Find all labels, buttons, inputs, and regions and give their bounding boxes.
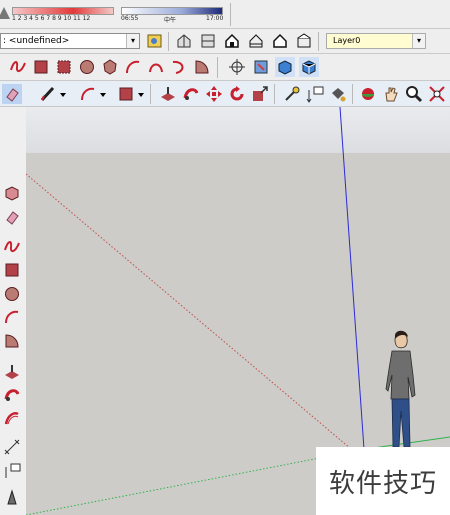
freehand-icon[interactable] — [8, 57, 28, 77]
rectangle-tool-icon[interactable] — [2, 260, 22, 280]
scale-figure — [385, 330, 416, 451]
push-pull-icon[interactable] — [158, 84, 178, 104]
eraser-icon[interactable] — [2, 84, 22, 104]
offset-tool-icon[interactable] — [2, 408, 22, 428]
scale-icon[interactable] — [250, 84, 270, 104]
arc-icon[interactable] — [123, 57, 143, 77]
time-end-label: 17:00 — [206, 15, 224, 22]
time-start-label: 06:55 — [121, 15, 139, 22]
polygon-icon[interactable] — [100, 57, 120, 77]
top-view-icon[interactable] — [198, 31, 218, 51]
style-label: : — [3, 36, 7, 46]
toolbar-divider — [274, 84, 275, 104]
position-camera-icon[interactable] — [227, 57, 247, 77]
left-view-icon[interactable] — [294, 31, 314, 51]
left-tool-palette — [0, 107, 27, 515]
pan-icon[interactable] — [381, 84, 401, 104]
rectangle-icon[interactable] — [31, 57, 51, 77]
back-view-icon[interactable] — [270, 31, 290, 51]
eraser-tool-icon[interactable] — [2, 207, 22, 227]
style-dropdown[interactable]: : <undefined> ▾ — [0, 33, 140, 49]
text-label-icon[interactable] — [305, 84, 325, 104]
chevron-down-icon[interactable]: ▾ — [126, 34, 139, 48]
layer-value: Layer0 — [333, 36, 361, 45]
rotate-icon[interactable] — [227, 84, 247, 104]
line-dropdown-arrow[interactable] — [58, 84, 68, 104]
pie-tool-icon[interactable] — [2, 331, 22, 351]
toolbar-divider — [217, 57, 218, 78]
dimension-tool-icon[interactable] — [2, 437, 22, 457]
toolbar-divider — [352, 84, 353, 104]
arc-tool-icon[interactable] — [78, 84, 98, 104]
toolbar-divider — [168, 32, 169, 51]
arc-left-tool-icon[interactable] — [2, 307, 22, 327]
circle-icon[interactable] — [77, 57, 97, 77]
three-point-arc-icon[interactable] — [169, 57, 189, 77]
zoom-icon[interactable] — [404, 84, 424, 104]
time-slider[interactable] — [121, 7, 223, 15]
drawing-camera-toolbar — [0, 54, 450, 81]
style-builder-icon[interactable] — [145, 31, 165, 51]
paint-bucket-icon[interactable] — [328, 84, 348, 104]
shapes-dropdown-arrow[interactable] — [136, 84, 146, 104]
rotated-rectangle-icon[interactable] — [54, 57, 74, 77]
walk-icon[interactable] — [251, 57, 271, 77]
style-value: <undefined> — [8, 36, 70, 46]
chevron-down-icon[interactable]: ▾ — [412, 34, 425, 48]
toolbar-divider — [150, 84, 151, 104]
text-tool-icon[interactable] — [2, 461, 22, 481]
make-component-icon[interactable] — [2, 183, 22, 203]
principal-tools-toolbar — [0, 81, 450, 107]
pie-icon[interactable] — [192, 57, 212, 77]
arc-dropdown-arrow[interactable] — [98, 84, 108, 104]
freehand-tool-icon[interactable] — [2, 237, 22, 257]
look-around-icon[interactable] — [275, 57, 295, 77]
line-icon[interactable] — [38, 84, 58, 104]
styles-views-layers-toolbar: : <undefined> ▾ Layer0 ▾ — [0, 29, 450, 54]
iso-view-icon[interactable] — [174, 31, 194, 51]
month-slider[interactable] — [12, 7, 114, 15]
tape-measure-icon[interactable] — [282, 84, 302, 104]
right-view-icon[interactable] — [246, 31, 266, 51]
orbit-icon[interactable] — [358, 84, 378, 104]
push-pull-tool-icon[interactable] — [2, 362, 22, 382]
front-view-icon[interactable] — [222, 31, 242, 51]
watermark-text: 软件技巧 — [316, 447, 450, 515]
green-axis-dashed — [26, 448, 367, 515]
follow-me-tool-icon[interactable] — [2, 385, 22, 405]
3d-text-tool-icon[interactable] — [2, 487, 22, 507]
month-scale: 1 2 3 4 5 6 7 8 9 10 11 12 — [12, 15, 91, 22]
shapes-icon[interactable] — [116, 84, 136, 104]
blue-axis — [339, 107, 365, 450]
circle-tool-icon[interactable] — [2, 284, 22, 304]
two-point-arc-icon[interactable] — [146, 57, 166, 77]
layer-dropdown[interactable]: Layer0 ▾ — [326, 33, 426, 49]
toolbar-divider — [318, 32, 319, 51]
toolbar-divider — [230, 3, 231, 26]
zoom-extents-icon[interactable] — [427, 84, 447, 104]
shadow-settings-toolbar: 1 2 3 4 5 6 7 8 9 10 11 12 06:55 中午 17:0… — [0, 0, 450, 29]
section-plane-icon[interactable] — [299, 57, 319, 77]
follow-me-icon[interactable] — [181, 84, 201, 104]
time-noon-label: 中午 — [164, 17, 177, 24]
red-axis — [26, 173, 352, 450]
move-icon[interactable] — [204, 84, 224, 104]
